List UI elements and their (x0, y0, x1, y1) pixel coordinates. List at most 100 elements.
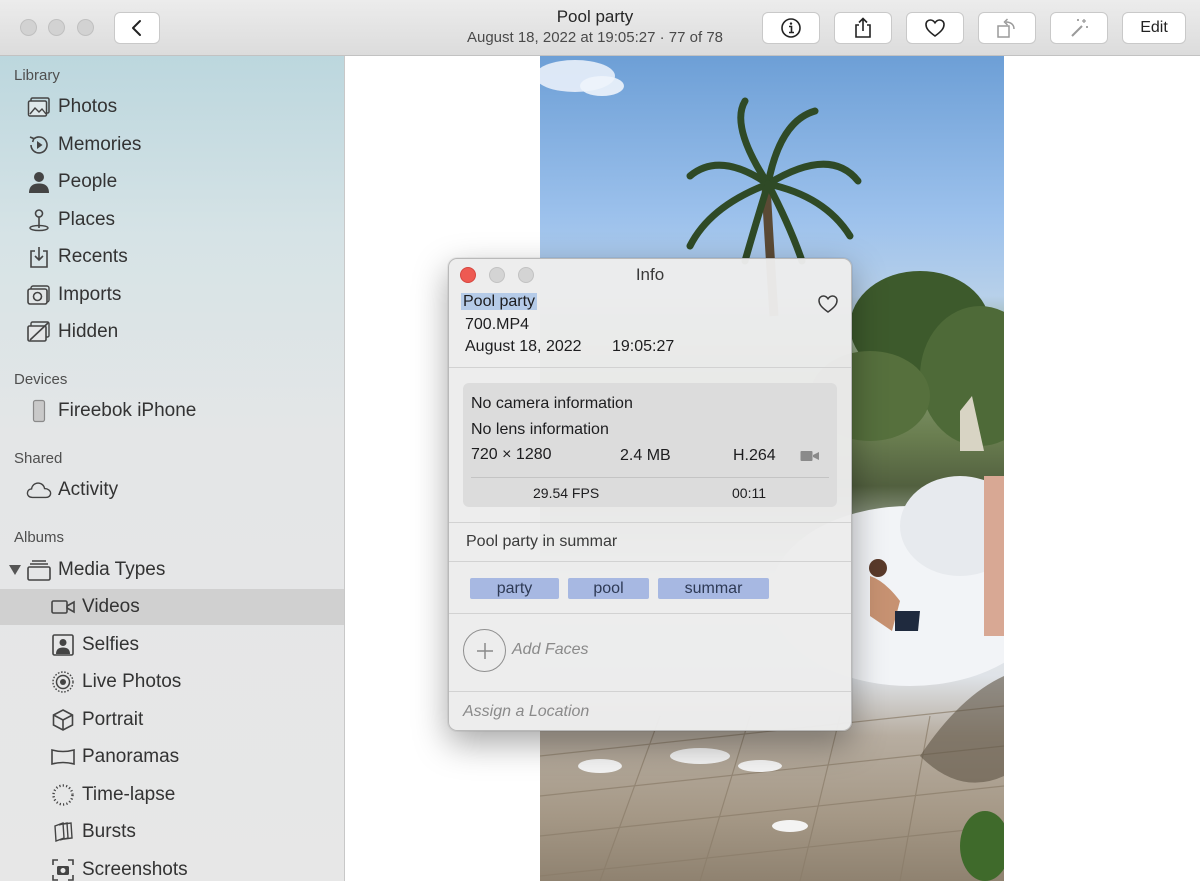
sidebar-item-live-photos[interactable]: Live Photos (0, 664, 344, 700)
sidebar-item-label: Live Photos (82, 671, 182, 692)
divider (471, 477, 829, 478)
sidebar-item-label: Bursts (82, 821, 136, 842)
sidebar-item-label: Panoramas (82, 746, 180, 767)
pin-icon (26, 207, 52, 233)
sidebar-item-bursts[interactable]: Bursts (0, 814, 344, 850)
sidebar-item-media-types[interactable]: Media Types (0, 552, 344, 588)
rotate-button[interactable] (978, 12, 1036, 44)
video-camera-icon (50, 594, 76, 620)
zoom-window-button[interactable] (77, 19, 94, 36)
keyword-tag[interactable]: pool (568, 578, 649, 599)
sidebar-item-label: Media Types (58, 559, 166, 580)
lens-info: No lens information (471, 421, 609, 438)
camera-icon (26, 282, 52, 308)
divider (449, 561, 851, 562)
photo-title-text: Pool party (461, 293, 538, 310)
back-button[interactable] (114, 12, 160, 44)
assign-location-field[interactable]: Assign a Location (463, 703, 589, 721)
divider (449, 613, 851, 614)
sidebar-item-label: Photos (58, 96, 118, 117)
back-chevron-icon (132, 20, 141, 36)
sidebar-item-time-lapse[interactable]: Time-lapse (0, 777, 344, 813)
info-panel-title: Info (635, 265, 665, 284)
cloud-icon (26, 477, 52, 503)
magic-wand-icon (1071, 19, 1088, 37)
sidebar-item-activity[interactable]: Activity (0, 472, 344, 508)
hidden-icon (26, 319, 52, 345)
photo-date: August 18, 2022 (465, 338, 582, 355)
window-subtitle: August 18, 2022 at 19:05:27 · 77 of 78 (466, 29, 724, 46)
sidebar-item-label: Imports (58, 284, 122, 305)
sidebar-item-videos[interactable]: Videos (0, 589, 344, 625)
edit-button[interactable]: Edit (1122, 12, 1186, 44)
sidebar-item-places[interactable]: Places (0, 202, 344, 238)
window-title: Pool party (556, 7, 634, 26)
info-panel[interactable]: Info Pool party 700.MP4 August 18, 2022 … (448, 258, 852, 731)
download-tray-icon (26, 244, 52, 270)
sidebar-item-selfies[interactable]: Selfies (0, 627, 344, 663)
sidebar-item-screenshots[interactable]: Screenshots (0, 852, 344, 881)
caption-field[interactable]: Pool party in summar (466, 533, 617, 551)
close-window-button[interactable] (20, 19, 37, 36)
sidebar-item-iphone[interactable]: Fireebok iPhone (0, 393, 344, 429)
duration: 00:11 (732, 485, 766, 501)
selfie-icon (50, 632, 76, 658)
cube-icon (50, 707, 76, 733)
sidebar-item-label: Selfies (82, 634, 140, 655)
sidebar-item-portrait[interactable]: Portrait (0, 702, 344, 738)
iphone-icon (26, 398, 52, 424)
info-icon (781, 18, 801, 38)
add-faces-label[interactable]: Add Faces (512, 641, 588, 659)
library-header: Library (14, 67, 60, 84)
codec: H.264 (733, 447, 776, 464)
sidebar-item-imports[interactable]: Imports (0, 277, 344, 313)
minimize-window-button[interactable] (48, 19, 65, 36)
sidebar: Library Photos Memories People Places Re… (0, 56, 345, 881)
sidebar-item-people[interactable]: People (0, 164, 344, 200)
heart-icon (925, 19, 945, 37)
share-icon (855, 17, 871, 38)
timelapse-icon (50, 782, 76, 808)
info-heart-icon[interactable] (817, 294, 839, 314)
video-camera-icon (800, 451, 819, 461)
divider (449, 522, 851, 523)
shared-header: Shared (14, 450, 63, 467)
plus-icon (476, 642, 493, 659)
edit-button-label: Edit (1140, 19, 1168, 36)
sidebar-item-recents[interactable]: Recents (0, 239, 344, 275)
screenshot-icon (50, 857, 76, 881)
sidebar-item-label: Memories (58, 134, 142, 155)
sidebar-item-label: Places (58, 209, 116, 230)
add-faces-button[interactable] (463, 629, 506, 672)
divider (449, 691, 851, 692)
viewer-background (1004, 56, 1200, 881)
info-button[interactable] (762, 12, 820, 44)
rotate-icon (997, 18, 1015, 38)
sidebar-item-label: People (58, 171, 118, 192)
devices-header: Devices (14, 371, 68, 388)
sidebar-item-label: Time-lapse (82, 784, 176, 805)
photos-icon (26, 94, 52, 120)
sidebar-item-panoramas[interactable]: Panoramas (0, 739, 344, 775)
sidebar-item-label: Fireebok iPhone (58, 400, 197, 421)
resolution: 720 × 1280 (471, 446, 552, 463)
disclosure-triangle-icon[interactable] (9, 565, 21, 575)
sidebar-item-label: Videos (82, 596, 140, 617)
albums-header: Albums (14, 529, 65, 546)
share-button[interactable] (834, 12, 892, 44)
person-icon (26, 169, 52, 195)
camera-info: No camera information (471, 395, 633, 412)
sidebar-item-photos[interactable]: Photos (0, 89, 344, 125)
keyword-tag[interactable]: party (470, 578, 559, 599)
auto-enhance-button[interactable] (1050, 12, 1108, 44)
live-photo-icon (50, 669, 76, 695)
bursts-icon (50, 819, 76, 845)
keyword-tag[interactable]: summar (658, 578, 769, 599)
frame-rate: 29.54 FPS (533, 485, 600, 501)
sidebar-item-memories[interactable]: Memories (0, 127, 344, 163)
panorama-icon (50, 744, 76, 770)
favorite-button[interactable] (906, 12, 964, 44)
photo-title-field[interactable]: Pool party (461, 293, 538, 311)
sidebar-item-hidden[interactable]: Hidden (0, 314, 344, 350)
memories-icon (26, 132, 52, 158)
